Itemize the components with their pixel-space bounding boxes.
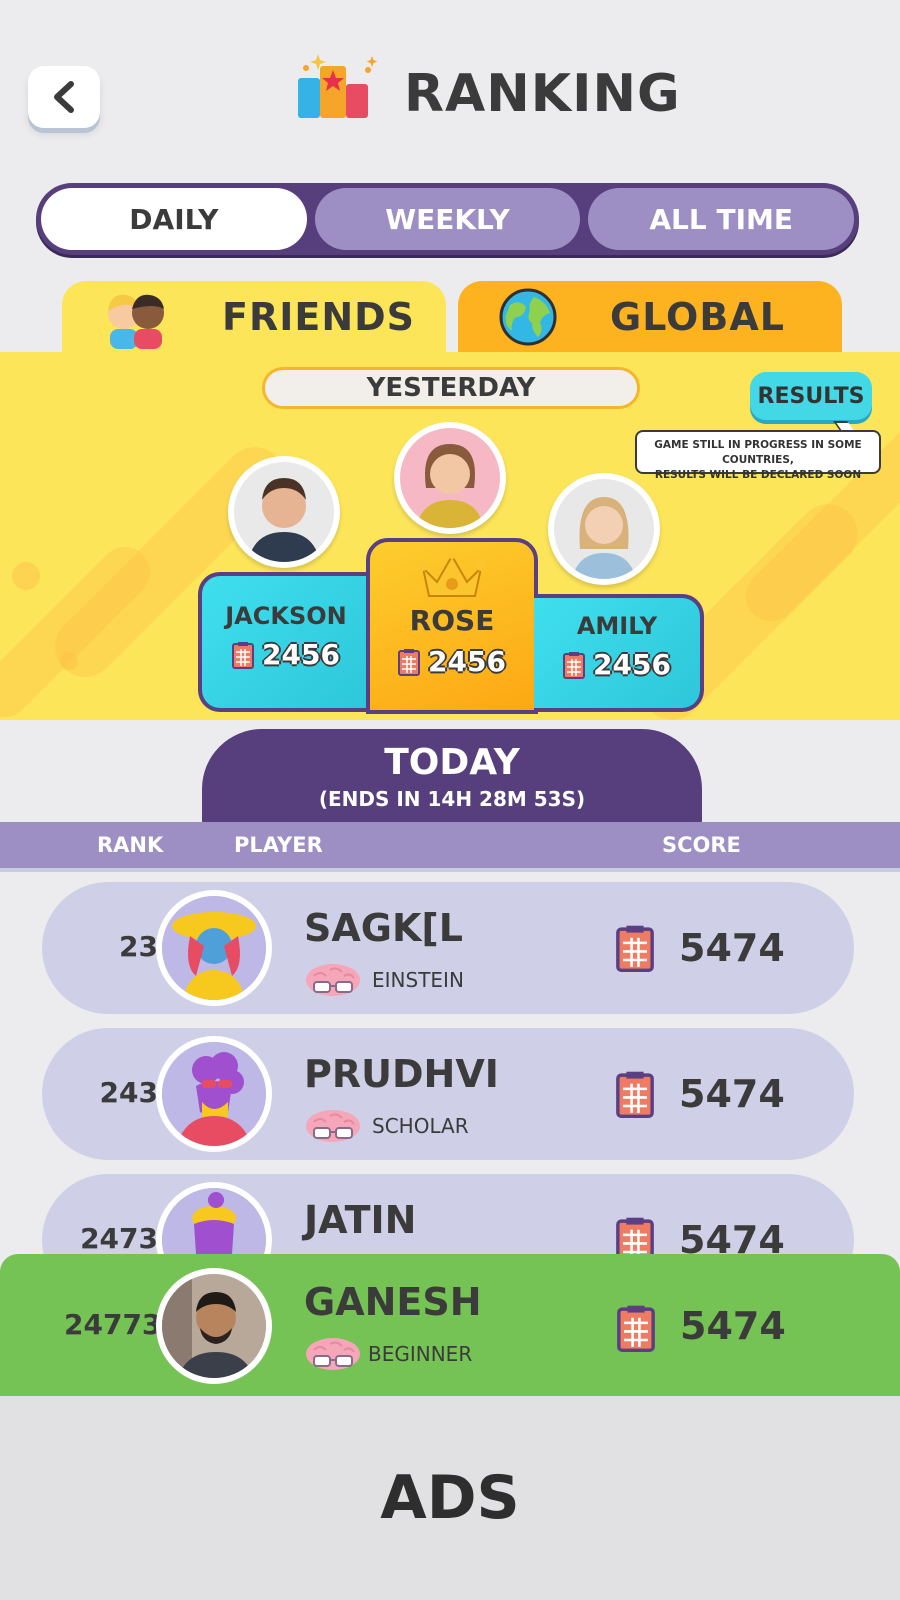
ad-banner[interactable]: ADS (0, 1396, 900, 1600)
row-rank: 23 (119, 930, 158, 963)
first-place-name: ROSE (409, 604, 495, 637)
scoreboard-icon (232, 641, 255, 669)
podium-period-label: YESTERDAY (262, 367, 640, 409)
row-rank: 2473 (80, 1222, 158, 1255)
player-name: JATIN (304, 1198, 417, 1242)
notice-line-2: RESULTS WILL BE DECLARED SOON (654, 469, 862, 481)
tab-global[interactable]: GLOBAL (458, 281, 842, 353)
brain-glasses-icon (306, 964, 360, 996)
globe-icon (499, 288, 557, 346)
scoreboard-icon (563, 651, 586, 679)
today-header: TODAY (ENDS IN 14H 28M 53S) (202, 729, 702, 823)
today-title: TODAY (384, 741, 520, 783)
player-score: 5474 (679, 926, 785, 970)
notice-line-1: GAME STILL IN PROGRESS IN SOME COUNTRIES… (654, 439, 862, 466)
current-user-row[interactable]: 24773 GANESH BEGINNER 5474 (0, 1254, 900, 1396)
second-place-score: 2456 (262, 638, 340, 671)
tab-daily[interactable]: DAILY (41, 188, 307, 250)
today-countdown: (ENDS IN 14H 28M 53S) (318, 786, 586, 811)
chevron-left-icon (54, 81, 74, 113)
player-name: PRUDHVI (304, 1052, 499, 1096)
second-place-name: JACKSON (225, 602, 347, 630)
back-button[interactable] (28, 66, 100, 128)
column-header: RANK PLAYER SCORE (0, 822, 900, 868)
avatar (156, 1268, 272, 1384)
rank-column-header: RANK (97, 833, 164, 857)
scoreboard-icon (616, 925, 654, 972)
row-rank: 243 (99, 1076, 158, 1109)
player-score: 5474 (679, 1072, 785, 1116)
player-title: EINSTEIN (372, 968, 464, 992)
scoreboard-icon (617, 1305, 655, 1352)
player-title: BEGINNER (368, 1342, 473, 1366)
leaderboard-trophy-icon (288, 48, 388, 128)
friends-icon (108, 294, 164, 349)
scoreboard-icon (616, 1071, 654, 1118)
third-place-avatar[interactable] (548, 473, 660, 585)
player-score: 5474 (680, 1304, 786, 1348)
third-place-name: AMILY (576, 612, 658, 640)
player-name: SAGK[L (304, 906, 463, 950)
period-tabs: DAILY WEEKLY ALL TIME (36, 183, 859, 255)
player-column-header: PLAYER (234, 833, 323, 857)
player-name: GANESH (304, 1280, 482, 1324)
podium-third[interactable]: AMILY 2456 (534, 594, 704, 712)
page-title: RANKING (404, 64, 681, 124)
tab-friends-label: FRIENDS (222, 295, 416, 339)
podium-first[interactable]: ROSE 2456 (366, 538, 538, 714)
second-place-avatar[interactable] (228, 456, 340, 568)
tab-all-time[interactable]: ALL TIME (588, 188, 855, 250)
results-notice: GAME STILL IN PROGRESS IN SOME COUNTRIES… (635, 430, 881, 481)
avatar (156, 1036, 272, 1152)
tab-global-label: GLOBAL (610, 295, 785, 339)
brain-glasses-icon (306, 1110, 360, 1142)
leaderboard-row[interactable]: 23 SAGK[L EINSTEIN 5474 (42, 882, 854, 1014)
first-place-score: 2456 (428, 645, 506, 678)
crown-icon (418, 549, 486, 597)
scoreboard-icon (398, 648, 421, 676)
avatar (156, 890, 272, 1006)
podium-second[interactable]: JACKSON 2456 (198, 572, 370, 712)
tab-friends[interactable]: FRIENDS (62, 281, 446, 353)
leaderboard-row[interactable]: 243 PRUDHVI SCHOLAR 5474 (42, 1028, 854, 1160)
results-button[interactable]: RESULTS (750, 372, 872, 420)
tab-weekly[interactable]: WEEKLY (314, 188, 581, 250)
current-user-rank: 24773 (64, 1308, 162, 1341)
first-place-avatar[interactable] (394, 422, 506, 534)
brain-glasses-icon (306, 1338, 360, 1370)
third-place-score: 2456 (593, 648, 671, 681)
player-title: SCHOLAR (372, 1114, 469, 1138)
score-column-header: SCORE (662, 833, 741, 857)
